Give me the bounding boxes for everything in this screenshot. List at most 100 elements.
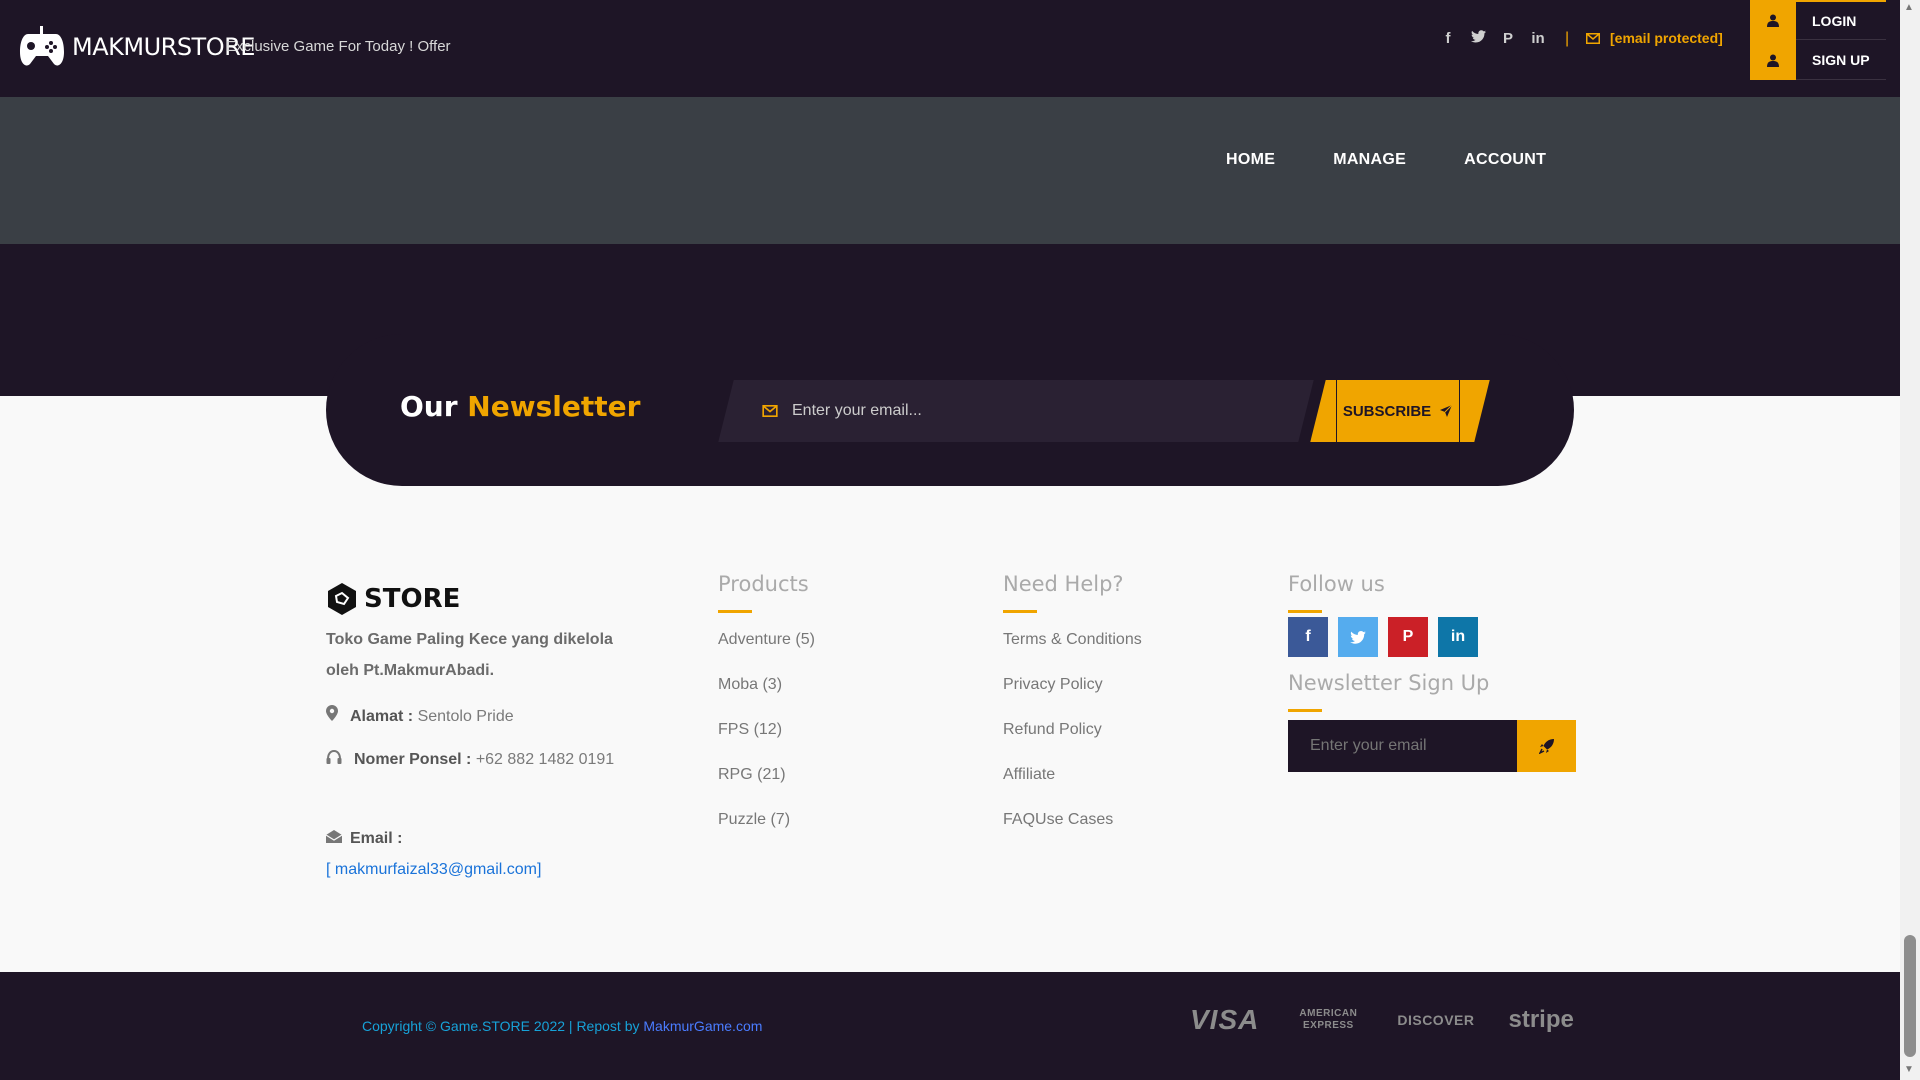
list-item: Moba (3) bbox=[718, 676, 948, 721]
envelope-icon bbox=[1586, 32, 1600, 44]
bottom-bar: Copyright © Game.STORE 2022 | Repost by … bbox=[0, 972, 1900, 1080]
list-item: FPS (12) bbox=[718, 721, 948, 766]
help-link[interactable]: Terms & Conditions bbox=[1003, 631, 1142, 648]
follow-title: Follow us bbox=[1288, 572, 1385, 596]
subscribe-label: SUBSCRIBE bbox=[1342, 402, 1432, 420]
email-link[interactable]: [ makmurfaizal33@gmail.com] bbox=[326, 861, 541, 878]
phone-label: Nomer Ponsel : bbox=[354, 751, 472, 768]
product-link[interactable]: Adventure (5) bbox=[718, 631, 815, 648]
header-separator: | bbox=[1565, 30, 1570, 47]
envelope-open-icon bbox=[325, 823, 350, 854]
footer-newsletter-form bbox=[1288, 720, 1576, 772]
newsletter-banner: Our Newsletter Enter your email... SUBSC… bbox=[326, 334, 1574, 486]
twitter-icon[interactable] bbox=[1470, 30, 1486, 47]
send-icon bbox=[1440, 404, 1453, 417]
address-line: Alamat : Sentolo Pride bbox=[326, 701, 626, 732]
title-underline bbox=[1288, 709, 1322, 712]
page-scrollbar[interactable]: ▲ ▼ bbox=[1900, 0, 1920, 1080]
stripe-logo: stripe bbox=[1508, 1006, 1574, 1033]
nav-account[interactable]: ACCOUNT bbox=[1464, 151, 1546, 169]
discover-logo: DISCOVER bbox=[1397, 1012, 1475, 1028]
header-email[interactable]: [email protected] bbox=[1586, 30, 1723, 46]
tagline: Exclusive Game For Today ! Offer bbox=[226, 38, 451, 55]
footer-logo-text: STORE bbox=[364, 584, 461, 614]
list-item: Privacy Policy bbox=[1003, 676, 1243, 721]
help-link[interactable]: Refund Policy bbox=[1003, 721, 1102, 738]
products-list: Adventure (5) Moba (3) FPS (12) RPG (21)… bbox=[718, 631, 948, 856]
nav-band: HOME MANAGE ACCOUNT bbox=[0, 97, 1900, 244]
top-social-links: f P in bbox=[1440, 30, 1546, 47]
list-item: Adventure (5) bbox=[718, 631, 948, 676]
email-line: Email : [ makmurfaizal33@gmail.com] bbox=[325, 823, 626, 885]
facebook-icon[interactable]: f bbox=[1440, 30, 1456, 47]
help-list: Terms & Conditions Privacy Policy Refund… bbox=[1003, 631, 1243, 856]
copyright-link[interactable]: MakmurGame.com bbox=[643, 1018, 762, 1034]
help-title: Need Help? bbox=[1003, 572, 1124, 596]
help-link[interactable]: Privacy Policy bbox=[1003, 676, 1103, 693]
user-icon bbox=[1750, 40, 1796, 80]
subscribe-button[interactable]: SUBSCRIBE bbox=[1336, 380, 1460, 442]
help-link[interactable]: FAQUse Cases bbox=[1003, 811, 1113, 828]
twitter-icon[interactable] bbox=[1338, 617, 1378, 657]
footer-subscribe-button[interactable] bbox=[1517, 720, 1576, 772]
product-link[interactable]: FPS (12) bbox=[718, 721, 782, 738]
phone-line: Nomer Ponsel : +62 882 1482 0191 bbox=[326, 744, 626, 775]
facebook-icon[interactable]: f bbox=[1288, 617, 1328, 657]
signup-button[interactable]: SIGN UP bbox=[1750, 40, 1886, 80]
scroll-down-arrow-icon[interactable]: ▼ bbox=[1904, 1064, 1914, 1075]
product-link[interactable]: Moba (3) bbox=[718, 676, 782, 693]
help-link[interactable]: Affiliate bbox=[1003, 766, 1055, 783]
title-underline bbox=[1003, 610, 1037, 613]
gamepad-logo-icon bbox=[20, 26, 64, 66]
address-value: Sentolo Pride bbox=[417, 708, 514, 725]
user-icon bbox=[1750, 0, 1796, 40]
scroll-up-arrow-icon[interactable]: ▲ bbox=[1904, 2, 1914, 13]
scrollbar-thumb[interactable] bbox=[1904, 935, 1916, 1057]
email-label: Email : bbox=[350, 830, 403, 847]
newsletter-email-input[interactable]: Enter your email... bbox=[762, 380, 922, 442]
nav-manage[interactable]: MANAGE bbox=[1333, 151, 1406, 169]
list-item: Refund Policy bbox=[1003, 721, 1243, 766]
login-button[interactable]: LOGIN bbox=[1750, 0, 1886, 40]
copyright: Copyright © Game.STORE 2022 | Repost by … bbox=[362, 1018, 762, 1034]
footer-logo[interactable]: STORE bbox=[326, 582, 460, 616]
product-link[interactable]: RPG (21) bbox=[718, 766, 786, 783]
newsletter-input-placeholder: Enter your email... bbox=[792, 402, 922, 419]
address-label: Alamat : bbox=[350, 708, 414, 725]
product-link[interactable]: Puzzle (7) bbox=[718, 811, 790, 828]
title-underline bbox=[718, 610, 752, 613]
auth-panel: LOGIN SIGN UP bbox=[1750, 0, 1886, 80]
page: MAKMURSTORE Exclusive Game For Today ! O… bbox=[0, 0, 1920, 1080]
nav-home[interactable]: HOME bbox=[1226, 151, 1275, 169]
newsletter-title-accent: Newsletter bbox=[467, 390, 641, 423]
list-item: Affiliate bbox=[1003, 766, 1243, 811]
list-item: FAQUse Cases bbox=[1003, 811, 1243, 856]
payment-methods: VISA AMERICAN EXPRESS DISCOVER stripe bbox=[1190, 1004, 1574, 1036]
title-underline bbox=[1288, 610, 1322, 613]
store-logo-icon bbox=[328, 583, 356, 615]
newsletter-signup-title: Newsletter Sign Up bbox=[1288, 671, 1490, 695]
list-item: Terms & Conditions bbox=[1003, 631, 1243, 676]
linkedin-icon[interactable]: in bbox=[1530, 30, 1546, 47]
linkedin-icon[interactable]: in bbox=[1438, 617, 1478, 657]
list-item: RPG (21) bbox=[718, 766, 948, 811]
brand-logo[interactable]: MAKMURSTORE bbox=[18, 22, 255, 72]
list-item: Puzzle (7) bbox=[718, 811, 948, 856]
envelope-icon bbox=[762, 405, 778, 417]
pinterest-icon[interactable]: P bbox=[1500, 30, 1516, 47]
about-text: Toko Game Paling Kece yang dikelola oleh… bbox=[326, 631, 613, 679]
help-column: Need Help? Terms & Conditions Privacy Po… bbox=[1003, 572, 1243, 856]
footer-email-input[interactable] bbox=[1288, 720, 1517, 772]
login-label: LOGIN bbox=[1796, 0, 1886, 40]
top-bar: MAKMURSTORE Exclusive Game For Today ! O… bbox=[0, 0, 1900, 97]
visa-logo: VISA bbox=[1190, 1004, 1260, 1035]
products-title: Products bbox=[718, 572, 809, 596]
signup-label: SIGN UP bbox=[1796, 40, 1886, 80]
follow-links: f P in bbox=[1288, 617, 1578, 657]
header-email-text: [email protected] bbox=[1610, 30, 1723, 46]
amex-logo: AMERICAN EXPRESS bbox=[1299, 1008, 1358, 1031]
pinterest-icon[interactable]: P bbox=[1388, 617, 1428, 657]
main-nav: HOME MANAGE ACCOUNT bbox=[1226, 151, 1546, 169]
follow-column: Follow us f P in Newsletter Sign Up bbox=[1288, 572, 1578, 730]
copyright-text: Copyright © Game.STORE 2022 | Repost by bbox=[362, 1018, 644, 1034]
